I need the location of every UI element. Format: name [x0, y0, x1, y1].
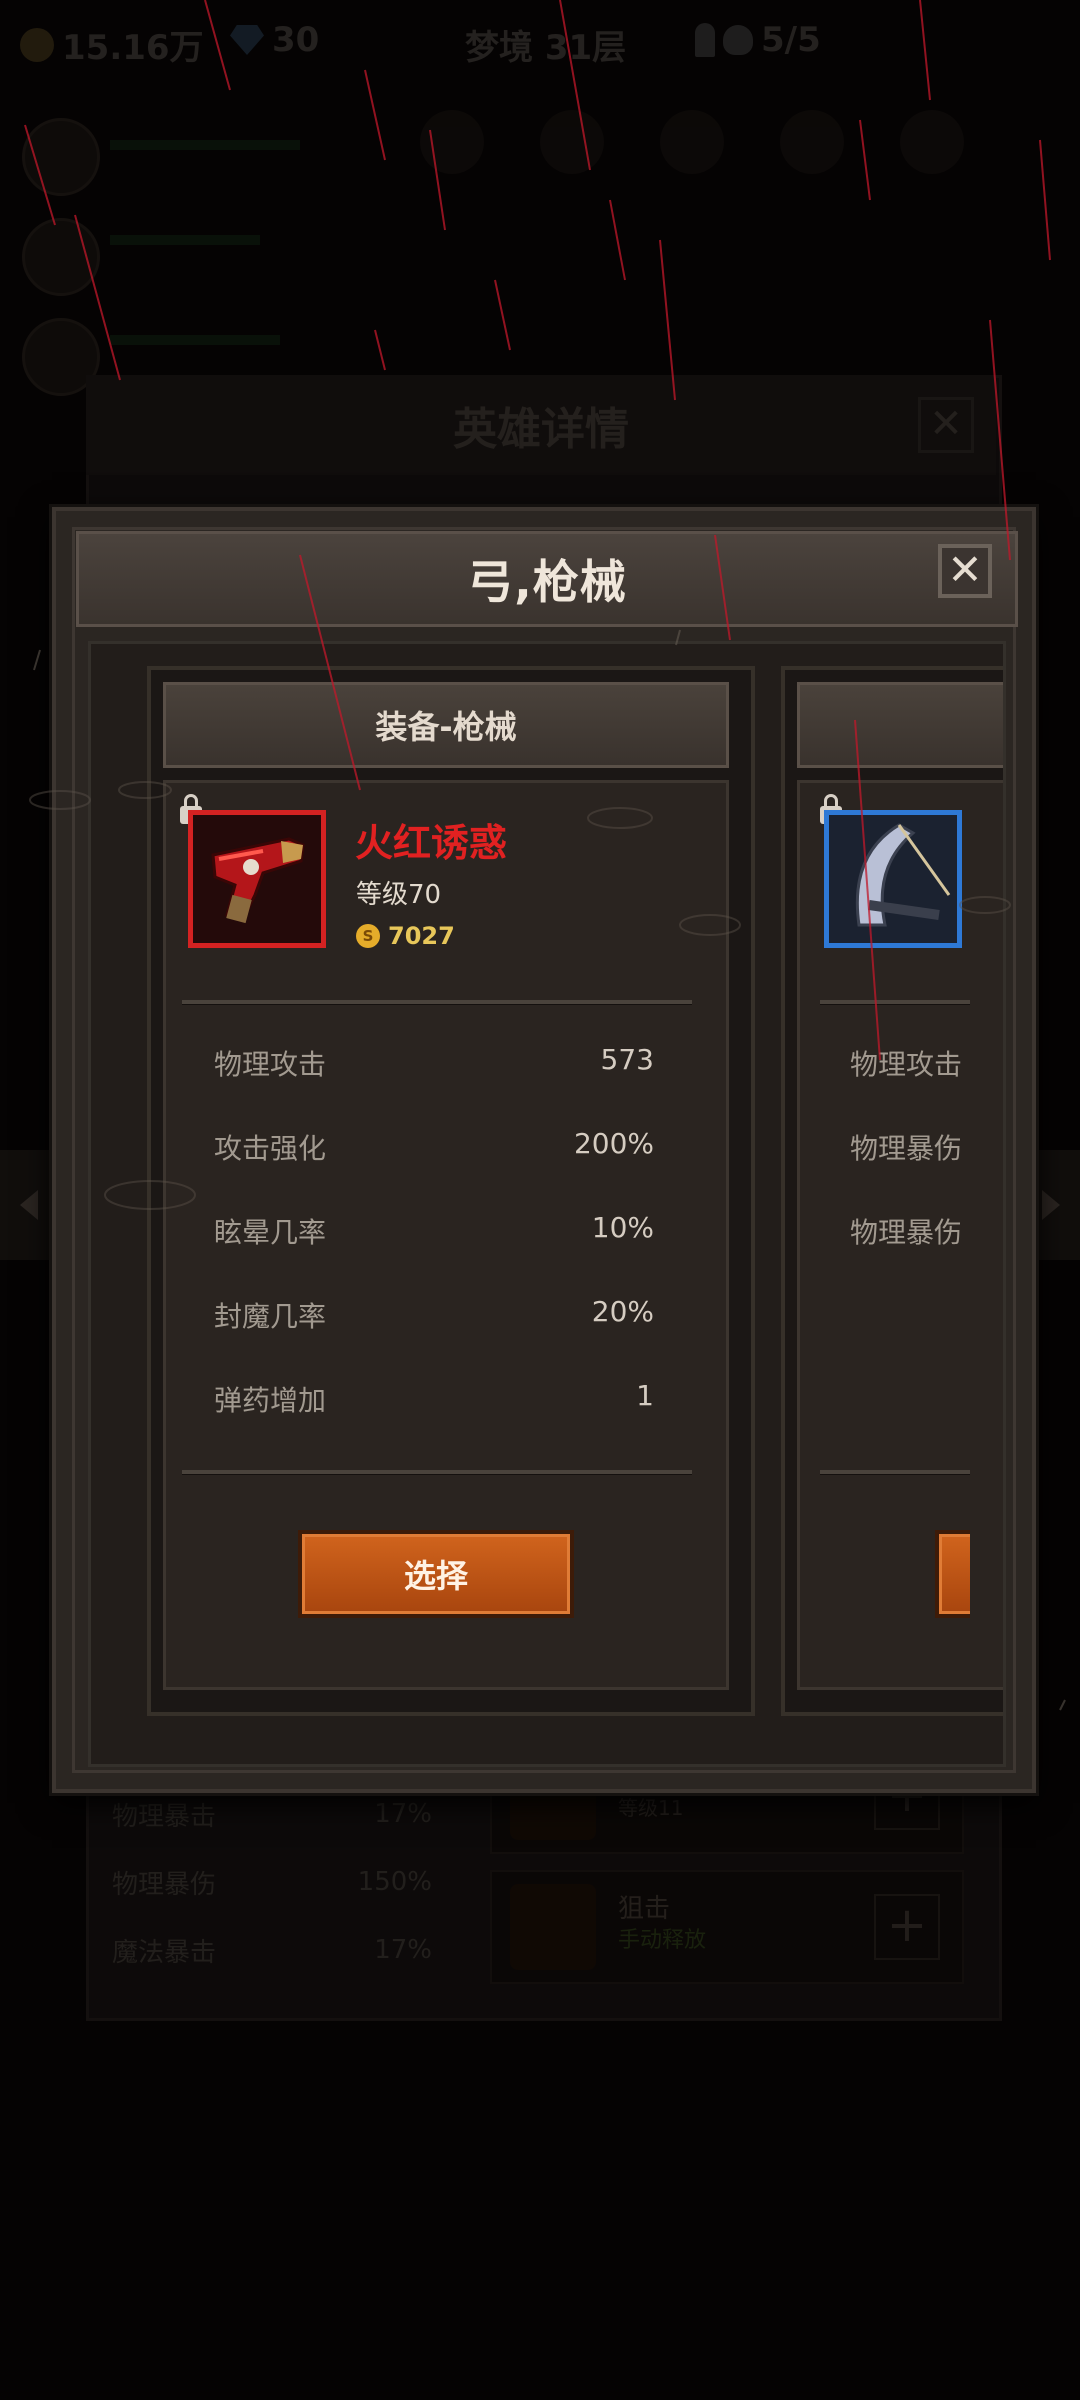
stat-value: 20%	[591, 1295, 654, 1328]
arrow-left-icon[interactable]	[0, 1150, 60, 1260]
close-icon[interactable]: ✕	[918, 397, 974, 453]
item-name: 火红诱惑	[355, 821, 508, 865]
gun-icon	[193, 815, 321, 943]
stat-row: 攻击强化 200%	[214, 1127, 654, 1167]
equipment-slot	[780, 110, 844, 174]
coin-icon	[20, 27, 54, 62]
stat-row: 物理攻击	[850, 1043, 970, 1083]
skill-upgrade-button[interactable]: +	[874, 1894, 940, 1960]
top-bar: 15.16万 30 梦境 31层 5/5	[0, 0, 1080, 80]
key-counter: 5/5	[695, 20, 821, 60]
gem-icon	[230, 25, 264, 55]
stat-label: 眩晕几率	[214, 1216, 327, 1249]
item-price: S 7027	[356, 922, 455, 950]
gold-counter: 15.16万	[20, 20, 204, 69]
item-level: 等级70	[356, 880, 442, 910]
stat-row: 封魔几率 20%	[214, 1295, 654, 1335]
equipment-slot	[900, 110, 964, 174]
stat-row: 弹药增加 1	[214, 1379, 654, 1419]
hero-stats-list: 物理暴击 17% 物理暴伤 150% 魔法暴击 17%	[92, 1780, 452, 1984]
gem-amount: 30	[272, 20, 320, 60]
close-icon[interactable]: ✕	[938, 544, 992, 598]
gem-counter: 30	[230, 20, 319, 60]
equipment-slot	[540, 110, 604, 174]
bow-icon	[829, 815, 957, 943]
stat-row: 物理暴伤	[850, 1211, 970, 1251]
stat-label: 物理攻击	[850, 1048, 963, 1081]
skull-icon	[723, 25, 753, 55]
hero-bar	[110, 140, 300, 150]
hero-bar	[110, 235, 260, 245]
key-icon	[695, 23, 715, 57]
key-amount: 5/5	[761, 20, 821, 60]
stat-value: 200%	[573, 1127, 654, 1160]
card-2-clip: 物理攻击 物理暴伤 物理暴伤	[820, 790, 970, 1690]
modal-header: 弓,枪械	[76, 531, 1018, 627]
price-value: 7027	[388, 922, 455, 950]
select-button[interactable]: 选择	[298, 1530, 574, 1618]
stat-row: 眩晕几率 10%	[214, 1211, 654, 1251]
stat-row: 物理暴伤	[850, 1127, 970, 1167]
select-button[interactable]	[935, 1530, 970, 1618]
item-frame[interactable]	[824, 810, 962, 948]
coin-icon: S	[356, 924, 380, 948]
gold-amount: 15.16万	[62, 28, 204, 68]
stat-label: 弹药增加	[214, 1384, 327, 1417]
hero-details-title: 英雄详情	[86, 375, 996, 475]
item-frame[interactable]	[188, 810, 326, 948]
stat-label: 攻击强化	[214, 1132, 327, 1165]
stat-value: 573	[600, 1043, 654, 1076]
stat-row: 魔法暴击 17%	[112, 1935, 432, 1968]
card-title: 装备-枪械	[163, 682, 729, 768]
hero-avatar	[22, 218, 100, 296]
stat-row: 物理攻击 573	[214, 1043, 654, 1083]
stage-label: 梦境 31层	[465, 28, 627, 68]
hero-avatar	[22, 118, 100, 196]
stat-row: 物理暴伤 150%	[112, 1867, 432, 1900]
stat-label: 封魔几率	[214, 1300, 327, 1333]
card-title	[797, 682, 1003, 768]
divider	[182, 1000, 692, 1005]
skill-item: 狙击 手动释放 +	[490, 1870, 964, 1984]
stat-label: 物理暴伤	[850, 1216, 963, 1249]
stat-value: 10%	[591, 1211, 654, 1244]
crosshair-skill-icon	[510, 1884, 596, 1970]
equipment-slot	[420, 110, 484, 174]
stat-label: 物理攻击	[214, 1048, 327, 1081]
modal-title: 弓,枪械	[467, 555, 627, 609]
stat-value: 1	[636, 1379, 654, 1412]
hero-bar	[110, 335, 280, 345]
stat-label: 物理暴伤	[850, 1132, 963, 1165]
divider	[182, 1470, 692, 1475]
equipment-slot	[660, 110, 724, 174]
